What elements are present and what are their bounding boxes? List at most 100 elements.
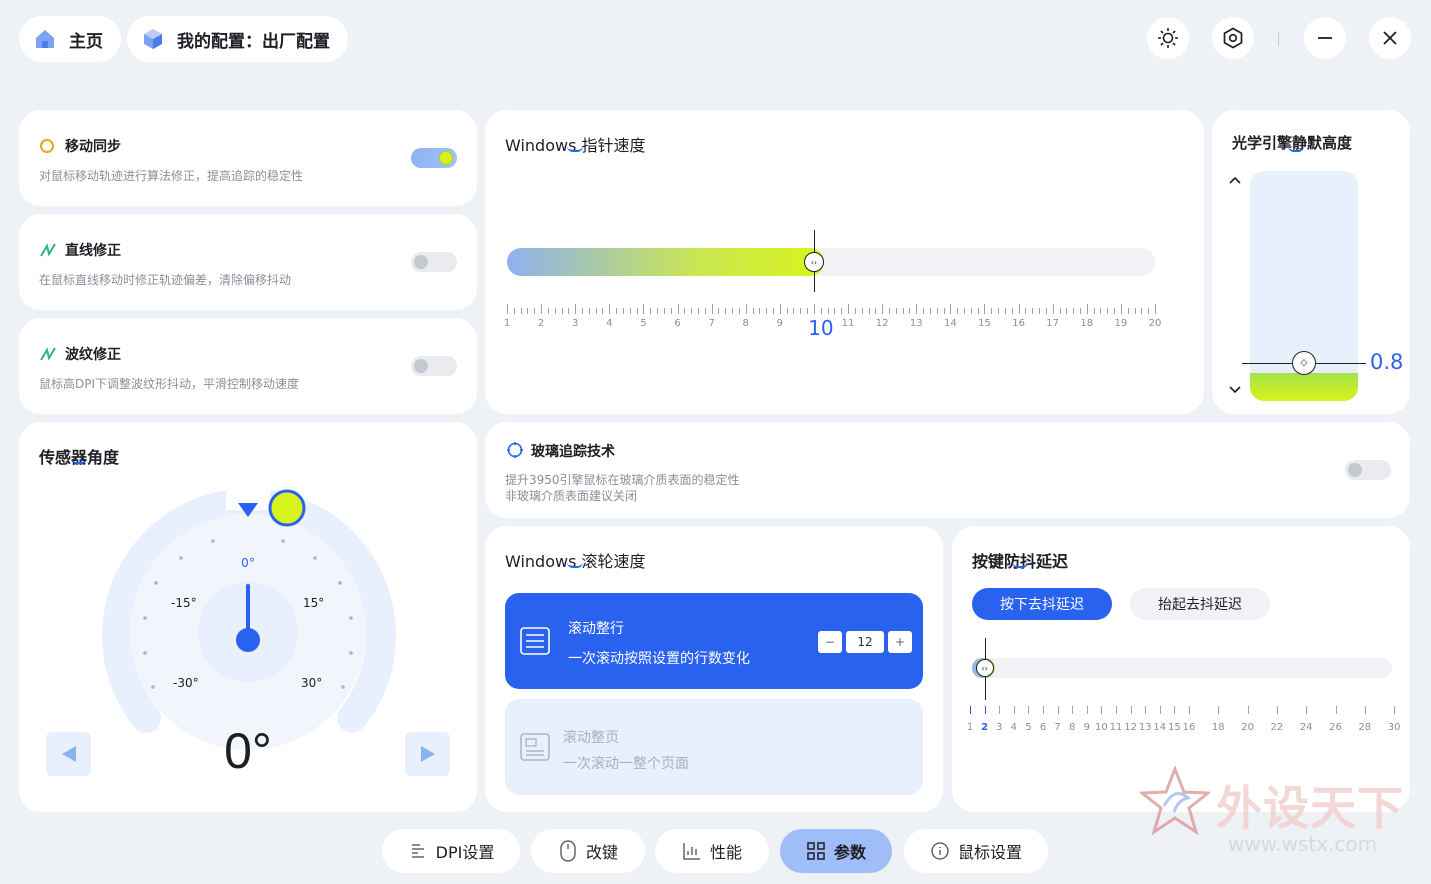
angle-decrease-button[interactable]: [46, 732, 91, 776]
scale-tick: [1159, 706, 1161, 714]
profile-label: 我的配置：出厂配置: [177, 31, 330, 52]
scale-tick: [616, 308, 618, 314]
scale-tick: [766, 308, 768, 314]
scale-tick: [1032, 308, 1034, 314]
line-correction-icon: [40, 243, 56, 257]
scale-label: 10: [1095, 722, 1108, 733]
cube-icon: [144, 29, 162, 49]
scroll-lines-value[interactable]: 12: [846, 631, 884, 653]
scale-label: 14: [943, 318, 957, 329]
home-button[interactable]: 主页: [19, 16, 121, 62]
scale-tick: [1174, 706, 1176, 714]
glass-tracking-desc2: 非玻璃介质表面建议关闭: [505, 489, 638, 503]
scale-tick: [773, 308, 775, 314]
scale-label: 13: [1138, 722, 1152, 733]
scale-tick: [554, 308, 556, 314]
scroll-line-option[interactable]: 滚动整行 一次滚动按照设置的行数变化 − 12 +: [505, 593, 923, 689]
grid-icon: [807, 842, 825, 860]
lod-fill: [1250, 373, 1358, 401]
settings-button[interactable]: [1212, 17, 1254, 59]
scale-tick: [568, 308, 570, 314]
tab-release-debounce[interactable]: 抬起去抖延迟: [1130, 588, 1270, 620]
scale-tick: [513, 308, 515, 314]
scale-tick: [663, 308, 665, 314]
debounce-title: 按键防抖延迟: [972, 552, 1069, 571]
profile-button[interactable]: 我的配置：出厂配置: [127, 16, 348, 62]
sensor-angle-card: 传感器角度 0° -15° 15° -30° 30° 0°: [19, 422, 477, 812]
chart-icon: [683, 843, 700, 860]
scale-label: 18: [1080, 318, 1094, 329]
pointer-speed-thumb[interactable]: ‹›: [803, 252, 824, 272]
lod-value: 0.8: [1370, 350, 1404, 375]
home-icon: [36, 30, 54, 48]
lod-up-icon[interactable]: [1228, 174, 1242, 188]
glass-tracking-toggle[interactable]: [1345, 460, 1391, 480]
debounce-thumb[interactable]: ‹›: [975, 659, 994, 677]
scale-tick: [636, 308, 638, 314]
scale-label: 8: [1069, 722, 1076, 733]
scale-label: 26: [1329, 722, 1342, 733]
close-button[interactable]: [1369, 17, 1411, 59]
pointer-speed-fill: [507, 248, 824, 276]
scale-tick: [1247, 706, 1249, 714]
scale-tick: [684, 308, 686, 314]
scale-tick: [1086, 304, 1088, 314]
info-icon: [931, 842, 949, 860]
scale-tick: [977, 308, 979, 314]
line-correction-toggle[interactable]: [411, 252, 457, 272]
nav-remap[interactable]: 改键: [531, 829, 645, 873]
scale-tick: [841, 308, 843, 314]
scale-tick: [657, 308, 659, 314]
scale-tick: [1276, 706, 1278, 714]
scale-tick: [1066, 308, 1068, 314]
scale-tick: [1394, 706, 1396, 714]
scale-tick: [595, 308, 597, 314]
nav-performance[interactable]: 性能: [655, 829, 769, 873]
scale-tick: [527, 308, 529, 314]
debounce-track[interactable]: [972, 658, 1392, 678]
scale-tick: [738, 308, 740, 314]
nav-dpi[interactable]: DPI设置: [382, 829, 520, 873]
triangle-right-icon: [420, 746, 435, 762]
scale-label: 15: [1168, 722, 1181, 733]
scale-label: 1: [966, 722, 974, 733]
brightness-button[interactable]: [1147, 17, 1189, 59]
pointer-speed-title: Windows 指针速度: [505, 136, 646, 155]
ripple-correction-toggle[interactable]: [411, 356, 457, 376]
scroll-lines-decrease[interactable]: −: [818, 631, 842, 653]
scroll-page-option[interactable]: 滚动整页 一次滚动一整个页面: [505, 699, 923, 795]
glass-tracking-title: 玻璃追踪技术: [531, 444, 615, 460]
nav-mouse-settings[interactable]: 鼠标设置: [904, 829, 1048, 873]
lod-card: 光学引擎静默高度 ◇ 0.8: [1212, 110, 1410, 414]
ripple-correction-card: 波纹修正 鼠标高DPI下调整波纹形抖动，平滑控制移动速度: [19, 318, 477, 414]
scale-label: 6: [674, 318, 681, 329]
scale-tick: [1059, 308, 1061, 314]
line-correction-title: 直线修正: [65, 243, 121, 259]
scale-tick: [875, 308, 877, 314]
scale-tick: [1072, 706, 1074, 714]
scale-label: 20: [1148, 318, 1162, 329]
scale-tick: [507, 304, 508, 314]
motion-sync-toggle[interactable]: [411, 148, 457, 168]
scale-tick: [909, 308, 911, 314]
tab-press-debounce[interactable]: 按下去抖延迟: [972, 588, 1112, 620]
scale-label: 4: [606, 318, 613, 329]
scale-tick: [1045, 308, 1047, 314]
scale-label: 16: [1012, 318, 1025, 329]
scale-tick: [1028, 706, 1030, 714]
scroll-lines-increase[interactable]: +: [888, 631, 912, 653]
scale-tick: [936, 308, 938, 314]
lod-down-icon[interactable]: [1228, 382, 1242, 396]
scale-label: 7: [708, 318, 715, 329]
scale-tick: [575, 304, 577, 314]
scale-tick: [1057, 706, 1059, 714]
minimize-button[interactable]: [1304, 17, 1346, 59]
scale-tick: [725, 308, 727, 314]
scale-tick: [888, 308, 890, 314]
divider: [1278, 32, 1279, 46]
nav-params[interactable]: 参数: [780, 829, 892, 873]
circle-icon: [40, 139, 54, 153]
scale-tick: [1025, 308, 1027, 314]
angle-increase-button[interactable]: [405, 732, 450, 776]
ripple-correction-icon: [40, 347, 56, 361]
